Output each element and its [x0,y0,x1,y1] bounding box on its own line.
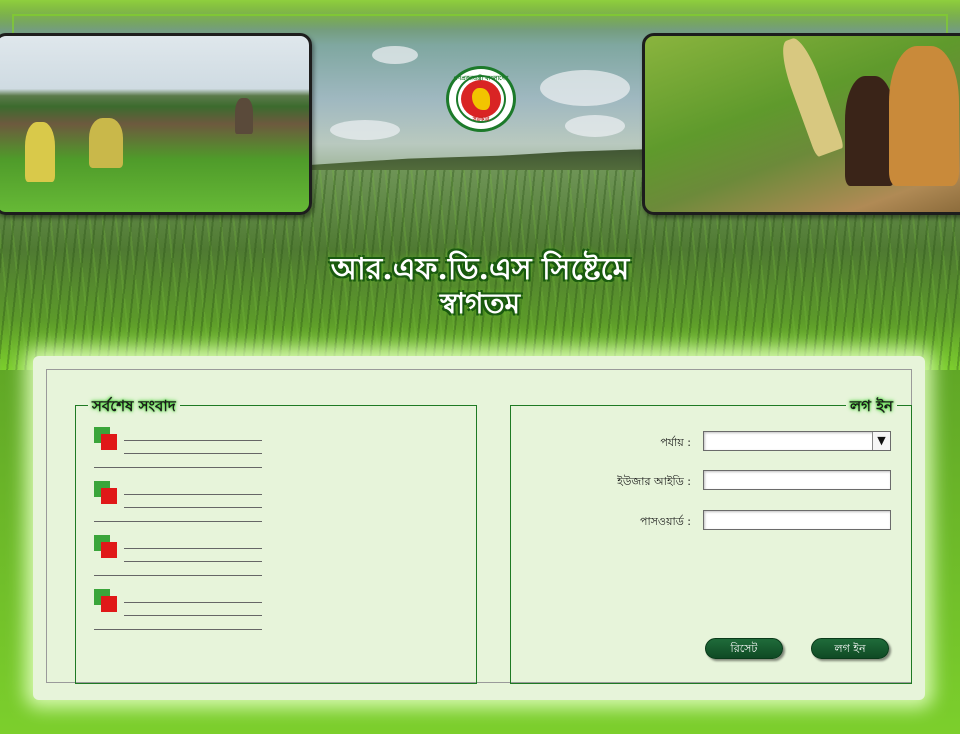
main-panel: সর্বশেষ সংবাদ লগ ইন পর্যায়: ▼ ইউজার আই… [33,356,925,700]
latest-news-title: সর্বশেষ সংবাদ [88,395,180,420]
news-item[interactable] [94,535,264,576]
news-bullet-icon [94,589,120,615]
welcome-line-2: স্বাগতম [439,287,521,320]
password-label: পাসওয়ার্ড : [640,515,691,528]
reset-button[interactable]: রিসেট [705,638,783,659]
news-item[interactable] [94,481,264,522]
user-id-label: ইউজার আইডি : [617,475,691,488]
news-item[interactable] [94,427,264,468]
level-select[interactable]: ▼ [703,431,891,451]
emblem-bottom-text: সরকার [472,116,490,123]
farmers-planting-photo [0,33,312,215]
latest-news-box: সর্বশেষ সংবাদ [75,395,477,684]
login-button[interactable]: লগ ইন [811,638,889,659]
level-row: পর্যায় : ▼ [511,431,913,453]
frame-border [12,14,948,34]
news-bullet-icon [94,535,120,561]
news-item[interactable] [94,589,264,630]
login-title: লগ ইন [846,395,897,420]
government-emblem: গণপ্রজাতন্ত্রী বাংলাদেশ সরকার [446,66,516,132]
bangladesh-map-icon [472,88,490,110]
dropdown-arrow-icon[interactable]: ▼ [872,432,890,450]
welcome-line-1: আর.এফ.ডি.এস সিষ্টেমে [330,252,630,287]
level-label: পর্যায় : [660,436,691,449]
welcome-title: আর.এফ.ডি.এস সিষ্টেমে স্বাগতম [300,253,660,321]
login-box: লগ ইন পর্যায় : ▼ ইউজার আইডি : পাসওয়ার্… [510,395,913,684]
password-input[interactable] [703,510,891,530]
user-id-row: ইউজার আইডি : [511,470,913,492]
news-bullet-icon [94,427,120,453]
news-bullet-icon [94,481,120,507]
password-row: পাসওয়ার্ড : [511,510,913,532]
user-id-input[interactable] [703,470,891,490]
panel-inner-border: সর্বশেষ সংবাদ লগ ইন পর্যায়: ▼ ইউজার আই… [46,369,913,684]
emblem-top-text: গণপ্রজাতন্ত্রী বাংলাদেশ [453,75,509,82]
farmers-harvest-photo [642,33,960,215]
